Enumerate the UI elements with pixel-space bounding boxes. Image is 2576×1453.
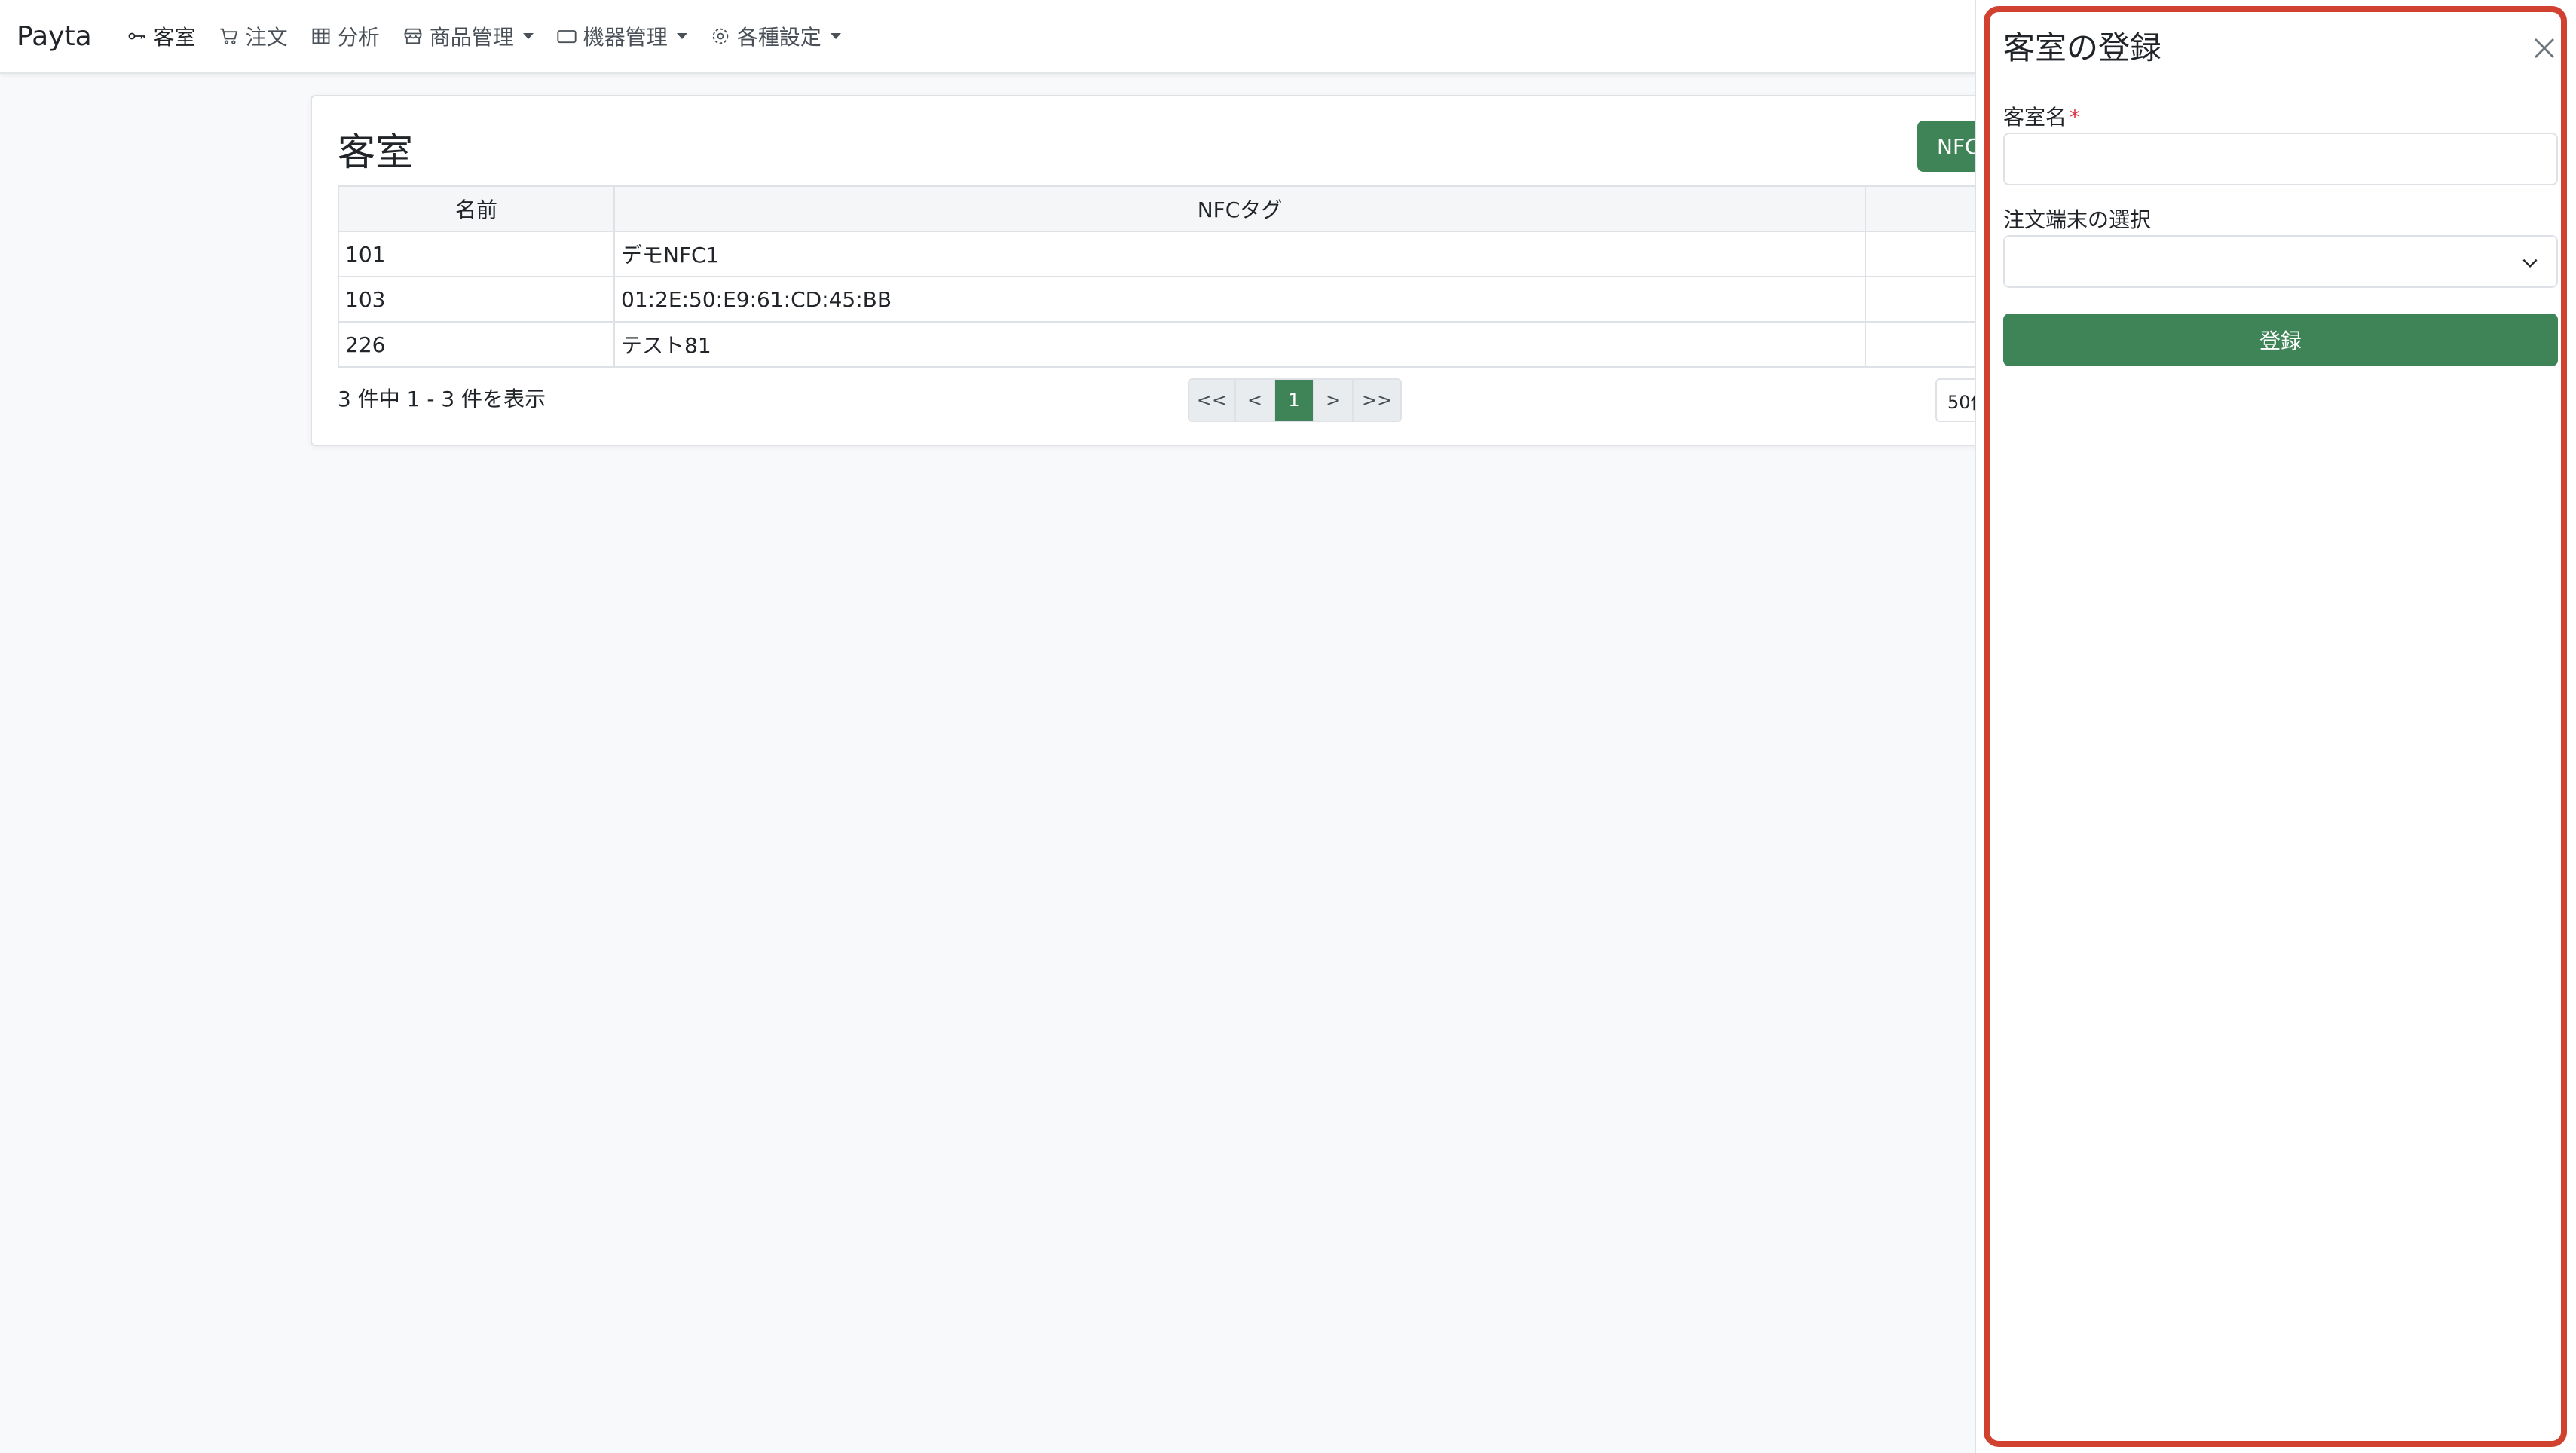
room-name-label-text: 客室名 (2003, 105, 2067, 130)
nav-item-orders[interactable]: 注文 (219, 21, 288, 51)
nav-menu: 客室 注文 分析 商品管理 機器管理 各種設定 (127, 21, 841, 51)
shop-icon (404, 28, 422, 44)
page-first-button[interactable]: << (1189, 380, 1236, 421)
nav-item-settings[interactable]: 各種設定 (710, 21, 841, 51)
page-number-button[interactable]: 1 (1275, 380, 1314, 421)
nav-item-analytics[interactable]: 分析 (311, 21, 380, 51)
register-button[interactable]: 登録 (2003, 314, 2558, 366)
room-registration-panel: 客室の登録 客室名 * 注文端末の選択 登録 (1984, 6, 2567, 1447)
table-row[interactable]: 103 01:2E:50:E9:61:CD:45:BB (338, 276, 2071, 323)
nav-item-label: 機器管理 (583, 25, 668, 50)
key-icon (128, 32, 145, 40)
caret-down-icon (522, 33, 534, 39)
brand-logo[interactable]: Payta (17, 21, 92, 52)
cell-nfc-tag: デモNFC1 (613, 231, 1866, 277)
nav-item-label: 分析 (337, 25, 380, 50)
nav-item-label: 客室 (153, 25, 196, 50)
nav-item-label: 商品管理 (429, 25, 514, 50)
room-name-label: 客室名 * (2003, 101, 2080, 131)
caret-down-icon (830, 33, 841, 39)
nav-item-label: 注文 (245, 25, 288, 50)
top-navbar: Payta 客室 注文 分析 商品管理 機器管理 各種設定 (0, 0, 1978, 74)
pagination: << < 1 > >> (1188, 378, 1402, 422)
tablet-icon (557, 30, 577, 44)
result-count: 3 件中 1 - 3 件を表示 (338, 387, 546, 411)
cart-icon (219, 28, 237, 44)
nav-item-label: 各種設定 (736, 25, 821, 50)
nav-item-rooms[interactable]: 客室 (127, 21, 196, 51)
terminal-select[interactable] (2003, 235, 2558, 288)
page-last-button[interactable]: >> (1354, 380, 1400, 421)
table-row[interactable]: 101 デモNFC1 (338, 231, 2071, 277)
cell-room-name: 101 (338, 231, 615, 277)
room-name-input[interactable] (2003, 133, 2558, 185)
panel-title: 客室の登録 (2003, 29, 2162, 66)
caret-down-icon (676, 33, 687, 39)
gear-icon (712, 28, 728, 44)
table-row[interactable]: 226 テスト81 (338, 321, 2071, 368)
rooms-table: 名前 NFCタグ 101 デモNFC1 103 01:2E:50:E9:61:C… (338, 185, 2071, 368)
table-header-row: 名前 NFCタグ (338, 185, 2071, 232)
chevron-down-icon (2522, 258, 2538, 268)
rooms-card: 客室 NFC 名前 NFCタグ 101 デモNFC1 103 01:2E:50:… (311, 95, 2071, 446)
required-mark: * (2070, 105, 2081, 130)
column-header-name[interactable]: 名前 (338, 185, 615, 232)
cell-room-name: 103 (338, 276, 615, 323)
close-icon[interactable] (2531, 35, 2558, 62)
cell-nfc-tag: テスト81 (613, 321, 1866, 368)
nav-item-devices[interactable]: 機器管理 (556, 21, 687, 51)
table-icon (312, 28, 330, 44)
page-prev-button[interactable]: < (1236, 380, 1275, 421)
terminal-select-label: 注文端末の選択 (2003, 207, 2152, 232)
page-next-button[interactable]: > (1314, 380, 1354, 421)
page-title: 客室 (338, 130, 413, 174)
column-header-nfc[interactable]: NFCタグ (613, 185, 1866, 232)
nav-item-products[interactable]: 商品管理 (402, 21, 534, 51)
cell-nfc-tag: 01:2E:50:E9:61:CD:45:BB (613, 276, 1866, 323)
cell-room-name: 226 (338, 321, 615, 368)
